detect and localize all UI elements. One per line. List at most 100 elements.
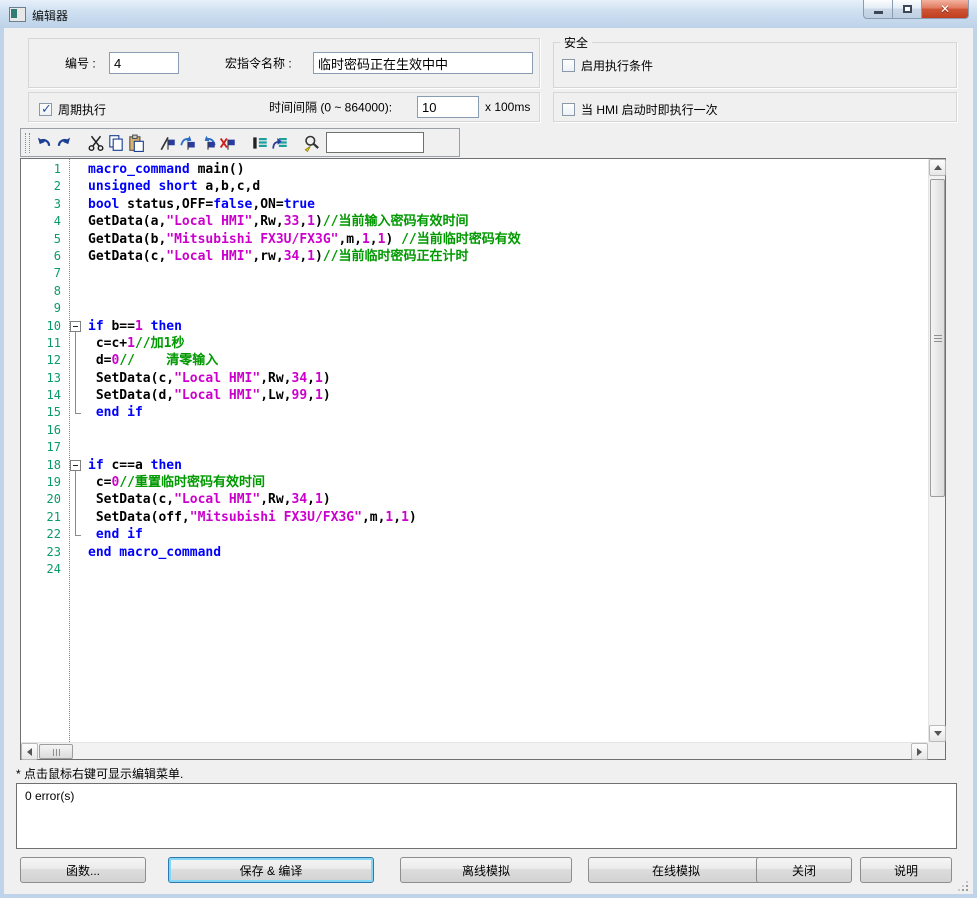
horizontal-scroll-thumb[interactable] — [39, 744, 73, 759]
code-text: unsigned short a,b,c,d — [88, 178, 260, 195]
code-line[interactable]: 12 d=0// 清零输入 — [21, 352, 928, 369]
function-button[interactable]: 函数... — [20, 857, 146, 883]
clear-bookmarks-icon[interactable] — [218, 133, 238, 153]
code-line[interactable]: 24 — [21, 561, 928, 578]
code-line[interactable]: 20 SetData(c,"Local HMI",Rw,34,1) — [21, 491, 928, 508]
edit-menu-hint: * 点击鼠标右键可显示编辑菜单. — [16, 765, 183, 782]
code-line[interactable]: 7 — [21, 265, 928, 282]
fold-column — [66, 352, 88, 369]
maximize-button[interactable] — [893, 0, 921, 19]
copy-icon[interactable] — [106, 133, 126, 153]
code-line[interactable]: 3 bool status,OFF=false,ON=true — [21, 196, 928, 213]
startup-group: 当 HMI 启动时即执行一次 — [553, 92, 957, 122]
vertical-scroll-thumb[interactable] — [930, 179, 945, 497]
code-line[interactable]: 18if c==a then — [21, 457, 928, 474]
scroll-left-button[interactable] — [21, 743, 38, 760]
code-line[interactable]: 8 — [21, 283, 928, 300]
code-line[interactable]: 14 SetData(d,"Local HMI",Lw,99,1) — [21, 387, 928, 404]
save-compile-button[interactable]: 保存 & 编译 — [168, 857, 374, 883]
line-number: 12 — [21, 352, 66, 369]
line-number: 4 — [21, 213, 66, 230]
code-line[interactable]: 17 — [21, 439, 928, 456]
toggle-bookmark-icon[interactable] — [158, 133, 178, 153]
code-line[interactable]: 9 — [21, 300, 928, 317]
line-number: 2 — [21, 178, 66, 195]
fold-marker[interactable] — [66, 318, 88, 335]
close-button[interactable]: ✕ — [921, 0, 969, 19]
fold-column — [66, 544, 88, 561]
cut-icon[interactable] — [86, 133, 106, 153]
line-number: 22 — [21, 526, 66, 543]
help-button[interactable]: 说明 — [860, 857, 952, 883]
fold-marker[interactable] — [66, 457, 88, 474]
periodic-checkbox[interactable] — [39, 103, 52, 116]
startup-checkbox[interactable] — [562, 103, 575, 116]
line-number: 3 — [21, 196, 66, 213]
interval-input[interactable] — [417, 96, 479, 118]
code-line[interactable]: 4GetData(a,"Local HMI",Rw,33,1)//当前输入密码有… — [21, 213, 928, 230]
vertical-scrollbar[interactable] — [928, 159, 945, 742]
code-view[interactable]: 1macro_command main()2 unsigned short a,b… — [21, 159, 928, 742]
minimize-icon — [874, 11, 883, 14]
code-line[interactable]: 10if b==1 then — [21, 318, 928, 335]
enable-condition-checkbox[interactable] — [562, 59, 575, 72]
scroll-up-button[interactable] — [929, 159, 946, 176]
code-line[interactable]: 16 — [21, 422, 928, 439]
code-line[interactable]: 5GetData(b,"Mitsubishi FX3U/FX3G",m,1,1)… — [21, 231, 928, 248]
undo-icon[interactable] — [34, 133, 54, 153]
code-line[interactable]: 23end macro_command — [21, 544, 928, 561]
line-number: 6 — [21, 248, 66, 265]
code-area[interactable]: 1macro_command main()2 unsigned short a,b… — [21, 161, 928, 578]
code-line[interactable]: 21 SetData(off,"Mitsubishi FX3U/FX3G",m,… — [21, 509, 928, 526]
scroll-right-button[interactable] — [911, 743, 928, 760]
macro-name-input[interactable] — [313, 52, 533, 74]
offline-simulation-button[interactable]: 离线模拟 — [400, 857, 572, 883]
compile-output: 0 error(s) — [16, 783, 957, 849]
code-text: c=0//重置临时密码有效时间 — [88, 474, 265, 491]
online-simulation-button[interactable]: 在线模拟 — [588, 857, 764, 883]
scroll-down-button[interactable] — [929, 725, 946, 742]
macro-id-input[interactable] — [109, 52, 179, 74]
fold-column — [66, 213, 88, 230]
close-icon: ✕ — [940, 3, 950, 15]
line-number: 23 — [21, 544, 66, 561]
code-text: GetData(c,"Local HMI",rw,34,1)//当前临时密码正在… — [88, 248, 468, 265]
code-text: end if — [88, 526, 143, 543]
horizontal-scrollbar[interactable] — [21, 742, 928, 759]
minimize-button[interactable] — [863, 0, 893, 19]
redo-icon[interactable] — [54, 133, 74, 153]
fold-column — [66, 265, 88, 282]
code-editor[interactable]: 1macro_command main()2 unsigned short a,b… — [20, 158, 946, 760]
line-number: 5 — [21, 231, 66, 248]
line-number: 20 — [21, 491, 66, 508]
fold-column — [66, 283, 88, 300]
code-text: SetData(c,"Local HMI",Rw,34,1) — [88, 370, 331, 387]
resize-grip[interactable] — [958, 881, 968, 891]
code-line[interactable]: 22 end if — [21, 526, 928, 543]
code-text: bool status,OFF=false,ON=true — [88, 196, 315, 213]
code-line[interactable]: 15 end if — [21, 404, 928, 421]
paste-icon[interactable] — [126, 133, 146, 153]
close-dialog-button[interactable]: 关闭 — [756, 857, 852, 883]
next-bookmark-icon[interactable] — [178, 133, 198, 153]
line-number: 19 — [21, 474, 66, 491]
code-text: if c==a then — [88, 457, 182, 474]
find-icon[interactable] — [302, 133, 322, 153]
code-text: end if — [88, 404, 143, 421]
editor-toolbar — [20, 128, 460, 157]
macro-id-label: 编号 : — [65, 55, 96, 72]
code-line[interactable]: 19 c=0//重置临时密码有效时间 — [21, 474, 928, 491]
find-input[interactable] — [326, 132, 424, 153]
titlebar[interactable]: 编辑器 ✕ — [0, 0, 977, 29]
indent-lines-icon[interactable] — [250, 133, 270, 153]
code-line[interactable]: 11 c=c+1//加1秒 — [21, 335, 928, 352]
outdent-lines-icon[interactable] — [270, 133, 290, 153]
fold-column — [66, 526, 88, 543]
arrow-down-icon — [934, 731, 942, 736]
code-line[interactable]: 6 GetData(c,"Local HMI",rw,34,1)//当前临时密码正… — [21, 248, 928, 265]
code-line[interactable]: 13 SetData(c,"Local HMI",Rw,34,1) — [21, 370, 928, 387]
code-line[interactable]: 1macro_command main() — [21, 161, 928, 178]
code-line[interactable]: 2 unsigned short a,b,c,d — [21, 178, 928, 195]
previous-bookmark-icon[interactable] — [198, 133, 218, 153]
toolbar-grip[interactable] — [25, 133, 30, 153]
